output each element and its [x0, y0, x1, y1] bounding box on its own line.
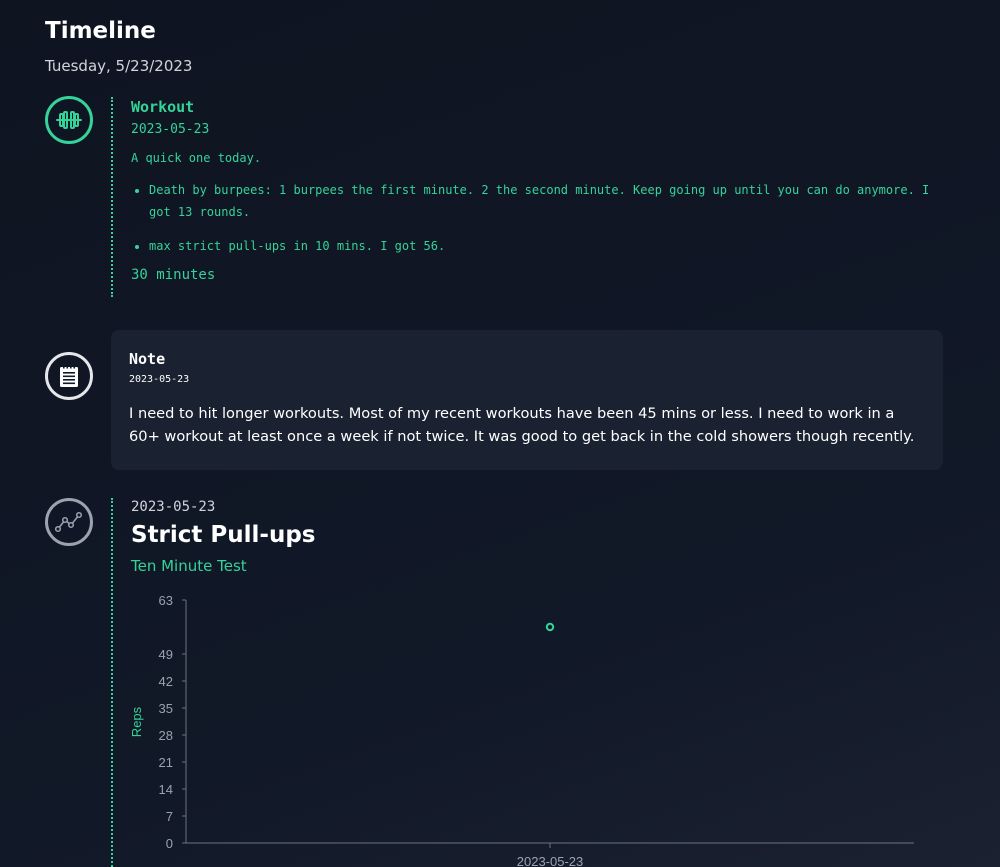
y-tick-label: 35 — [159, 701, 173, 716]
y-tick-label: 0 — [166, 836, 173, 851]
y-axis-label: Reps — [129, 706, 144, 737]
y-tick-label: 28 — [159, 728, 173, 743]
y-tick-label: 21 — [159, 755, 173, 770]
y-tick-label: 49 — [159, 647, 173, 662]
y-tick-label: 42 — [159, 674, 173, 689]
pullups-chart: 0 7 14 21 28 35 42 49 63 2023-05-23 Reps — [129, 593, 914, 867]
y-tick-label: 14 — [159, 782, 173, 797]
x-tick-label: 2023-05-23 — [517, 854, 584, 867]
data-point — [545, 622, 555, 632]
y-tick-label: 63 — [159, 593, 173, 608]
y-tick-label: 7 — [166, 809, 173, 824]
